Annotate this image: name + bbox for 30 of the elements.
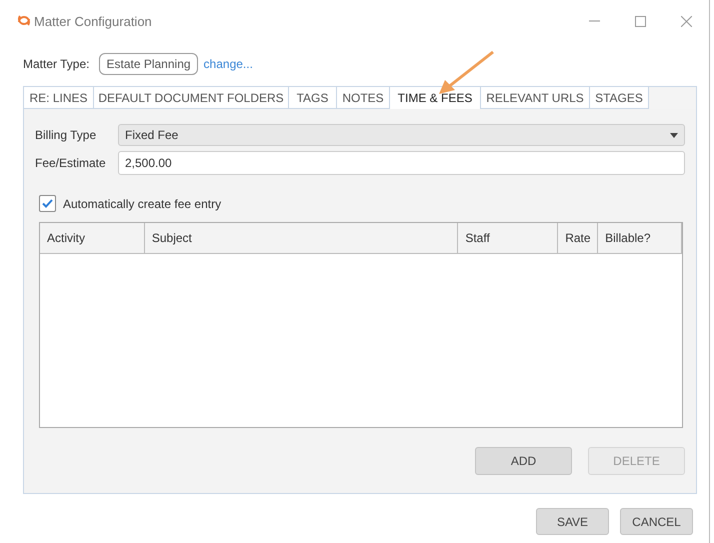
- fee-estimate-field[interactable]: 2,500.00: [118, 151, 685, 175]
- tab[interactable]: RE: LINES: [24, 87, 94, 109]
- change-link[interactable]: change...: [204, 57, 253, 71]
- billing-type-dropdown[interactable]: Fixed Fee: [118, 124, 685, 146]
- checkbox[interactable]: [39, 195, 56, 212]
- table-button[interactable]: ADD: [475, 447, 572, 475]
- billing-type-label: Billing Type: [35, 128, 98, 142]
- tab[interactable]: DEFAULT DOCUMENT FOLDERS: [94, 87, 289, 109]
- dialog-button[interactable]: SAVE: [536, 508, 609, 535]
- matter-type-value: Estate Planning: [99, 53, 198, 75]
- maximize-icon: [634, 16, 646, 26]
- caret-icon: [670, 132, 678, 138]
- tab[interactable]: STAGES: [590, 87, 649, 109]
- tab[interactable]: TAGS: [289, 87, 337, 109]
- minimize-icon: [588, 20, 600, 22]
- tab[interactable]: NOTES: [337, 87, 390, 109]
- column-header[interactable]: Activity: [40, 223, 145, 253]
- column-header[interactable]: Billable?: [598, 223, 682, 253]
- column-header[interactable]: Staff: [458, 223, 558, 253]
- checkbox-label: Automatically create fee entry: [63, 196, 222, 210]
- tab[interactable]: TIME & FEES: [390, 87, 481, 109]
- window-title: Matter Configuration: [34, 14, 152, 28]
- tab[interactable]: RELEVANT URLS: [481, 87, 590, 109]
- close-icon: [680, 16, 692, 26]
- column-header[interactable]: Subject: [144, 223, 458, 253]
- checkmark-icon: [42, 199, 53, 208]
- fee-estimate-label: Fee/Estimate: [35, 156, 107, 170]
- column-header[interactable]: Rate: [558, 223, 598, 253]
- matter-type-label: Matter Type:: [23, 57, 90, 71]
- dialog-button[interactable]: CANCEL: [620, 508, 693, 535]
